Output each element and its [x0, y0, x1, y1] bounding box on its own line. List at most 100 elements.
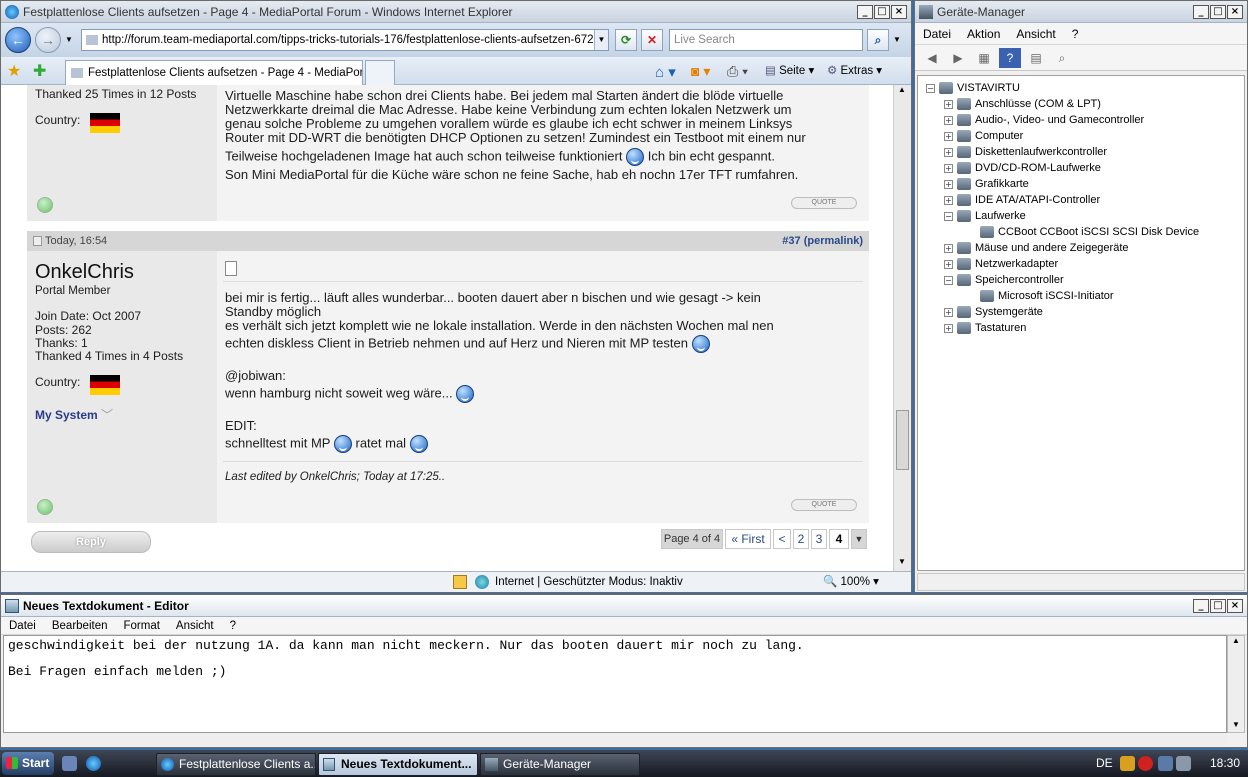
tree-item-ide[interactable]: + IDE ATA/ATAPI-Controller	[944, 192, 1100, 208]
taskbar-item-notepad[interactable]: Neues Textdokument...	[318, 753, 478, 776]
expand-icon[interactable]: +	[944, 147, 953, 157]
expand-icon[interactable]: +	[944, 99, 953, 109]
tree-item-network[interactable]: + Netzwerkadapter	[944, 256, 1058, 272]
history-dropdown-icon[interactable]: ▼	[65, 35, 73, 44]
post2-username[interactable]: OnkelChris	[35, 261, 134, 283]
tools-menu[interactable]: ⚙ Extras ▾	[827, 63, 882, 77]
tree-item-graphics[interactable]: + Grafikkarte	[944, 176, 1029, 192]
home-icon[interactable]: ⌂ ▾	[655, 63, 676, 81]
maximize-button[interactable]: □	[1210, 598, 1226, 613]
taskbar-item-ie[interactable]: Festplattenlose Clients a...	[156, 753, 316, 776]
search-input[interactable]: Live Search	[669, 29, 863, 51]
maximize-button[interactable]: □	[874, 4, 890, 19]
tree-item-audio[interactable]: + Audio-, Video- und Gamecontroller	[944, 112, 1144, 128]
taskbar-item-device-manager[interactable]: Geräte-Manager	[480, 753, 640, 776]
stop-button[interactable]: ✕	[641, 29, 663, 51]
notepad-text-area[interactable]: geschwindigkeit bei der nutzung 1A. da k…	[3, 635, 1227, 733]
first-page-link[interactable]: « First	[725, 529, 771, 549]
my-system-link[interactable]: My System ﹀	[35, 408, 113, 423]
back-button[interactable]: ←	[5, 27, 31, 53]
minimize-button[interactable]: _	[857, 4, 873, 19]
menu-help[interactable]: ?	[222, 620, 244, 632]
new-tab-button[interactable]	[365, 60, 395, 85]
search-icon[interactable]: ⌕	[867, 29, 889, 51]
tree-item-keyboards[interactable]: + Tastaturen	[944, 320, 1026, 336]
zoom-control[interactable]: 🔍 100% ▾	[823, 572, 879, 592]
add-favorite-icon[interactable]: ✚	[33, 61, 46, 81]
tree-item-ports[interactable]: + Anschlüsse (COM & LPT)	[944, 96, 1101, 112]
console-tree-icon[interactable]: ▦	[973, 48, 995, 68]
page-menu[interactable]: ▤ Seite ▾	[765, 63, 814, 77]
ie-titlebar[interactable]: Festplattenlose Clients aufsetzen - Page…	[1, 1, 911, 23]
zone-status-text[interactable]: Internet | Geschützter Modus: Inaktiv	[495, 572, 683, 592]
menu-ansicht[interactable]: Ansicht	[168, 620, 222, 632]
minimize-button[interactable]: _	[1193, 4, 1209, 19]
network-error-icon[interactable]	[1138, 756, 1153, 771]
back-arrow-icon[interactable]: ◀	[921, 48, 943, 68]
clock[interactable]: 18:30	[1210, 750, 1240, 777]
address-dropdown-icon[interactable]: ▼	[594, 30, 608, 50]
expand-icon[interactable]: +	[944, 259, 953, 269]
expand-icon[interactable]: +	[944, 195, 953, 205]
search-options-icon[interactable]: ▼	[893, 35, 901, 44]
expand-icon[interactable]: +	[944, 243, 953, 253]
notepad-titlebar[interactable]: Neues Textdokument - Editor _ □ ×	[1, 595, 1247, 617]
expand-icon[interactable]: +	[944, 163, 953, 173]
dm-titlebar[interactable]: Geräte-Manager _ □ ×	[915, 1, 1247, 23]
prev-page-link[interactable]: <	[773, 529, 791, 549]
feeds-icon[interactable]: ◙ ▾	[691, 63, 710, 80]
scroll-down-icon[interactable]: ▼	[898, 557, 906, 566]
forward-button[interactable]: →	[35, 27, 61, 53]
volume-icon[interactable]	[1176, 756, 1191, 771]
post1-quote-button[interactable]: QUOTE	[791, 197, 857, 209]
show-desktop-icon[interactable]	[62, 756, 77, 771]
expand-icon[interactable]: +	[944, 323, 953, 333]
expand-icon[interactable]: +	[944, 115, 953, 125]
menu-format[interactable]: Format	[115, 620, 167, 632]
tree-item-ccboot-disk[interactable]: CCBoot CCBoot iSCSI SCSI Disk Device	[980, 224, 1199, 240]
close-button[interactable]: ×	[891, 4, 907, 19]
notepad-vertical-scrollbar[interactable]: ▲ ▼	[1227, 635, 1245, 733]
menu-datei[interactable]: Datei	[915, 27, 959, 41]
ie-quicklaunch-icon[interactable]	[86, 756, 101, 771]
refresh-button[interactable]: ⟳	[615, 29, 637, 51]
menu-bearbeiten[interactable]: Bearbeiten	[44, 620, 116, 632]
tree-item-storage[interactable]: − Speichercontroller	[944, 272, 1064, 288]
favorites-star-icon[interactable]: ★	[7, 61, 21, 81]
post2-quote-button[interactable]: QUOTE	[791, 499, 857, 511]
print-icon[interactable]: ⎙ ▾	[727, 63, 748, 80]
tree-item-floppy[interactable]: + Diskettenlaufwerkcontroller	[944, 144, 1107, 160]
menu-ansicht[interactable]: Ansicht	[1008, 27, 1063, 41]
collapse-icon[interactable]: −	[926, 83, 935, 93]
tree-item-iscsi-initiator[interactable]: Microsoft iSCSI-Initiator	[980, 288, 1114, 304]
menu-help[interactable]: ?	[1064, 27, 1087, 41]
tree-item-mice[interactable]: + Mäuse und andere Zeigegeräte	[944, 240, 1129, 256]
properties-icon[interactable]: ▤	[1025, 48, 1047, 68]
page-scrollbar[interactable]: ▲ ▼	[893, 85, 911, 571]
page-2-link[interactable]: 2	[793, 529, 809, 549]
page-jump-dropdown-icon[interactable]: ▼	[851, 529, 867, 549]
close-button[interactable]: ×	[1227, 598, 1243, 613]
maximize-button[interactable]: □	[1210, 4, 1226, 19]
tree-item-drives[interactable]: − Laufwerke	[944, 208, 1026, 224]
scrollbar-thumb[interactable]	[896, 410, 909, 470]
minimize-button[interactable]: _	[1193, 598, 1209, 613]
page-3-link[interactable]: 3	[811, 529, 827, 549]
expand-icon[interactable]: +	[944, 307, 953, 317]
start-button[interactable]: Start	[2, 752, 54, 775]
tree-item-computer[interactable]: + Computer	[944, 128, 1023, 144]
scroll-up-icon[interactable]: ▲	[898, 85, 906, 94]
tree-item-system[interactable]: + Systemgeräte	[944, 304, 1043, 320]
tree-root[interactable]: − VISTAVIRTU	[926, 80, 1020, 96]
permalink-link[interactable]: (permalink)	[804, 235, 863, 247]
forward-arrow-icon[interactable]: ▶	[947, 48, 969, 68]
help-icon[interactable]: ?	[999, 47, 1021, 68]
tree-item-dvd[interactable]: + DVD/CD-ROM-Laufwerke	[944, 160, 1101, 176]
expand-icon[interactable]: +	[944, 131, 953, 141]
reply-button[interactable]: Reply	[31, 531, 151, 553]
scroll-down-icon[interactable]: ▼	[1232, 720, 1240, 729]
notepad-horizontal-scrollbar[interactable]	[3, 733, 1227, 745]
network-icon[interactable]	[1158, 756, 1173, 771]
menu-datei[interactable]: Datei	[1, 620, 44, 632]
collapse-icon[interactable]: −	[944, 211, 953, 221]
